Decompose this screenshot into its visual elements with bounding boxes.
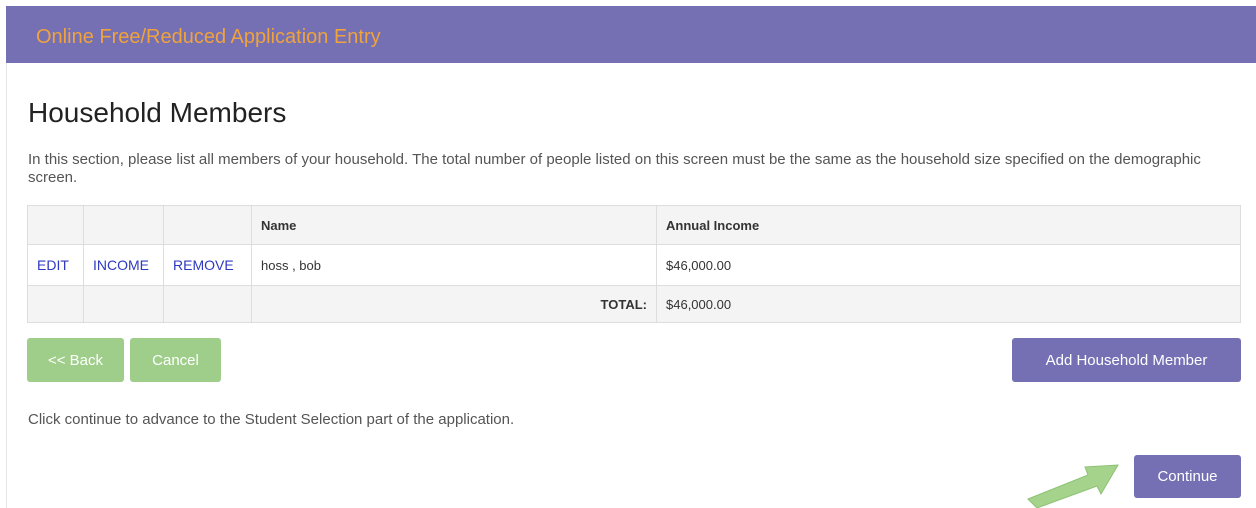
total-label: TOTAL: — [251, 285, 657, 323]
column-header-annual-income: Annual Income — [656, 205, 1241, 245]
page-title: Household Members — [28, 97, 287, 128]
back-button[interactable]: << Back — [27, 338, 124, 382]
edit-cell: EDIT — [27, 244, 84, 286]
arrow-pointer-icon — [1027, 464, 1119, 508]
left-border — [6, 6, 7, 508]
column-header-remove — [163, 205, 252, 245]
total-empty-cell — [163, 285, 252, 323]
member-annual-income: $46,000.00 — [656, 244, 1241, 286]
continue-instruction: Click continue to advance to the Student… — [28, 411, 515, 428]
column-header-income-action — [83, 205, 164, 245]
column-header-edit — [27, 205, 84, 245]
member-name: hoss , bob — [251, 244, 657, 286]
column-header-name: Name — [251, 205, 657, 245]
household-members-table: Name Annual Income EDIT INCOME REMOVE ho… — [27, 205, 1241, 323]
remove-link[interactable]: REMOVE — [173, 257, 234, 273]
continue-button[interactable]: Continue — [1134, 455, 1241, 498]
total-empty-cell — [83, 285, 164, 323]
table-header-row: Name Annual Income — [27, 205, 1241, 245]
header-title: Online Free/Reduced Application Entry — [36, 26, 381, 48]
edit-link[interactable]: EDIT — [37, 257, 69, 273]
table-total-row: TOTAL: $46,000.00 — [27, 285, 1241, 323]
total-empty-cell — [27, 285, 84, 323]
add-household-member-button[interactable]: Add Household Member — [1012, 338, 1241, 382]
income-link[interactable]: INCOME — [93, 257, 149, 273]
total-value: $46,000.00 — [656, 285, 1241, 323]
header-bar: Online Free/Reduced Application Entry — [6, 6, 1256, 63]
cancel-button[interactable]: Cancel — [130, 338, 221, 382]
income-cell: INCOME — [83, 244, 164, 286]
intro-text: In this section, please list all members… — [28, 151, 1201, 186]
remove-cell: REMOVE — [163, 244, 252, 286]
page: Online Free/Reduced Application Entry Ho… — [0, 0, 1256, 508]
table-row: EDIT INCOME REMOVE hoss , bob $46,000.00 — [27, 244, 1241, 286]
